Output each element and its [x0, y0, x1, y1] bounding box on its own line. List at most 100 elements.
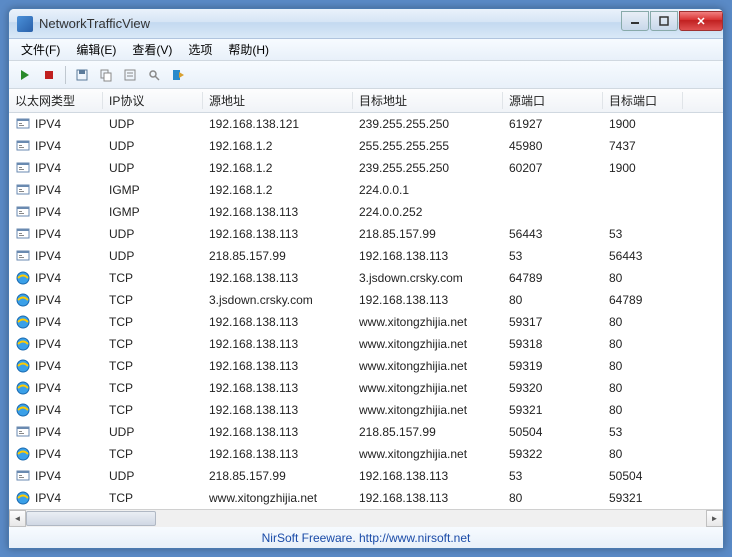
cell-src-addr: 192.168.138.113 [203, 359, 353, 373]
cell-dst-addr: 239.255.255.250 [353, 161, 503, 175]
table-row[interactable]: IPV4TCP192.168.138.113www.xitongzhijia.n… [9, 311, 723, 333]
maximize-button[interactable] [650, 11, 678, 31]
cell-src-port: 50504 [503, 425, 603, 439]
horizontal-scrollbar[interactable]: ◄ ► [9, 509, 723, 526]
table-row[interactable]: IPV4TCPwww.xitongzhijia.net192.168.138.1… [9, 487, 723, 509]
cell-protocol: TCP [103, 403, 203, 417]
ie-icon [15, 336, 31, 352]
scroll-track[interactable] [26, 510, 706, 527]
cell-protocol: UDP [103, 227, 203, 241]
find-button[interactable] [144, 65, 164, 85]
app-generic-icon [15, 468, 31, 484]
table-row[interactable]: IPV4UDP192.168.1.2255.255.255.2554598074… [9, 135, 723, 157]
table-row[interactable]: IPV4UDP218.85.157.99192.168.138.11353505… [9, 465, 723, 487]
menu-options[interactable]: 选项 [180, 39, 220, 60]
cell-dst-addr: www.xitongzhijia.net [353, 315, 503, 329]
toolbar [9, 61, 723, 89]
col-protocol[interactable]: IP协议 [103, 92, 203, 109]
scroll-left-arrow[interactable]: ◄ [9, 510, 26, 527]
table-row[interactable]: IPV4TCP3.jsdown.crsky.com192.168.138.113… [9, 289, 723, 311]
col-dst-port[interactable]: 目标端口 [603, 92, 683, 109]
table-row[interactable]: IPV4TCP192.168.138.113www.xitongzhijia.n… [9, 443, 723, 465]
cell-dst-addr: 192.168.138.113 [353, 249, 503, 263]
cell-dst-port: 53 [603, 425, 683, 439]
cell-protocol: UDP [103, 117, 203, 131]
ie-icon [15, 314, 31, 330]
table-row[interactable]: IPV4IGMP192.168.1.2224.0.0.1 [9, 179, 723, 201]
table-row[interactable]: IPV4UDP192.168.138.113218.85.157.9950504… [9, 421, 723, 443]
ie-icon [15, 446, 31, 462]
cell-dst-addr: www.xitongzhijia.net [353, 359, 503, 373]
table-row[interactable]: IPV4UDP192.168.1.2239.255.255.2506020719… [9, 157, 723, 179]
cell-protocol: TCP [103, 337, 203, 351]
scroll-thumb[interactable] [26, 511, 156, 526]
toolbar-separator [65, 66, 66, 84]
menu-view[interactable]: 查看(V) [124, 39, 180, 60]
cell-src-addr: www.xitongzhijia.net [203, 491, 353, 505]
cell-protocol: TCP [103, 447, 203, 461]
cell-protocol: UDP [103, 469, 203, 483]
cell-src-port: 59318 [503, 337, 603, 351]
cell-dst-addr: www.xitongzhijia.net [353, 447, 503, 461]
statusbar: NirSoft Freeware. http://www.nirsoft.net [9, 526, 723, 548]
col-ethertype[interactable]: 以太网类型 [9, 92, 103, 109]
cell-src-port: 80 [503, 293, 603, 307]
cell-src-addr: 192.168.138.113 [203, 271, 353, 285]
cell-src-port: 59322 [503, 447, 603, 461]
cell-dst-port: 80 [603, 315, 683, 329]
app-generic-icon [15, 138, 31, 154]
cell-dst-port: 1900 [603, 117, 683, 131]
save-button[interactable] [72, 65, 92, 85]
ie-icon [15, 402, 31, 418]
minimize-button[interactable] [621, 11, 649, 31]
table-row[interactable]: IPV4TCP192.168.138.113www.xitongzhijia.n… [9, 355, 723, 377]
cell-src-port: 64789 [503, 271, 603, 285]
table-row[interactable]: IPV4TCP192.168.138.113www.xitongzhijia.n… [9, 377, 723, 399]
copy-button[interactable] [96, 65, 116, 85]
table-row[interactable]: IPV4UDP218.85.157.99192.168.138.11353564… [9, 245, 723, 267]
properties-button[interactable] [120, 65, 140, 85]
menu-file[interactable]: 文件(F) [13, 39, 68, 60]
cell-src-addr: 192.168.138.113 [203, 205, 353, 219]
table-row[interactable]: IPV4TCP192.168.138.1133.jsdown.crsky.com… [9, 267, 723, 289]
titlebar[interactable]: NetworkTrafficView [9, 9, 723, 39]
exit-button[interactable] [168, 65, 188, 85]
table-body-scroll[interactable]: IPV4UDP192.168.138.121239.255.255.250619… [9, 113, 723, 509]
window-title: NetworkTrafficView [39, 16, 620, 31]
status-link[interactable]: NirSoft Freeware. http://www.nirsoft.net [262, 531, 471, 545]
scroll-right-arrow[interactable]: ► [706, 510, 723, 527]
cell-src-addr: 192.168.138.113 [203, 337, 353, 351]
cell-protocol: TCP [103, 315, 203, 329]
menu-help[interactable]: 帮助(H) [220, 39, 277, 60]
play-button[interactable] [15, 65, 35, 85]
table-row[interactable]: IPV4TCP192.168.138.113www.xitongzhijia.n… [9, 333, 723, 355]
cell-dst-addr: 192.168.138.113 [353, 469, 503, 483]
col-src-port[interactable]: 源端口 [503, 92, 603, 109]
cell-ethertype: IPV4 [35, 469, 61, 483]
cell-ethertype: IPV4 [35, 271, 61, 285]
cell-protocol: UDP [103, 425, 203, 439]
content-area: 以太网类型 IP协议 源地址 目标地址 源端口 目标端口 IPV4UDP192.… [9, 89, 723, 526]
table-row[interactable]: IPV4TCP192.168.138.113www.xitongzhijia.n… [9, 399, 723, 421]
menu-edit[interactable]: 编辑(E) [68, 39, 124, 60]
cell-dst-addr: www.xitongzhijia.net [353, 337, 503, 351]
close-button[interactable] [679, 11, 723, 31]
cell-dst-addr: 224.0.0.252 [353, 205, 503, 219]
cell-ethertype: IPV4 [35, 293, 61, 307]
cell-dst-addr: 218.85.157.99 [353, 227, 503, 241]
cell-src-port: 80 [503, 491, 603, 505]
app-generic-icon [15, 160, 31, 176]
table-row[interactable]: IPV4UDP192.168.138.121239.255.255.250619… [9, 113, 723, 135]
table-row[interactable]: IPV4UDP192.168.138.113218.85.157.9956443… [9, 223, 723, 245]
col-src-addr[interactable]: 源地址 [203, 92, 353, 109]
cell-dst-addr: 218.85.157.99 [353, 425, 503, 439]
ie-icon [15, 292, 31, 308]
cell-ethertype: IPV4 [35, 447, 61, 461]
col-dst-addr[interactable]: 目标地址 [353, 92, 503, 109]
cell-src-addr: 218.85.157.99 [203, 469, 353, 483]
cell-src-addr: 192.168.138.113 [203, 425, 353, 439]
cell-protocol: UDP [103, 249, 203, 263]
table-row[interactable]: IPV4IGMP192.168.138.113224.0.0.252 [9, 201, 723, 223]
cell-dst-port: 53 [603, 227, 683, 241]
stop-button[interactable] [39, 65, 59, 85]
